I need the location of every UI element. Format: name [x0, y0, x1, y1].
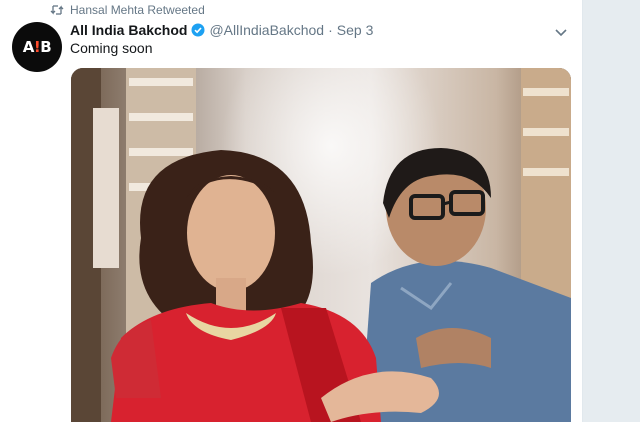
- tweet-header: All India Bakchod @AllIndiaBakchod · Sep…: [70, 21, 373, 39]
- photo-illustration: [71, 68, 571, 422]
- avatar[interactable]: A!B: [12, 22, 62, 72]
- separator-dot: ·: [328, 22, 333, 38]
- chevron-down-icon[interactable]: [553, 24, 569, 40]
- tweet-date[interactable]: Sep 3: [337, 22, 374, 38]
- retweet-context[interactable]: Hansal Mehta Retweeted: [50, 2, 205, 18]
- page-background: [583, 0, 640, 422]
- display-name[interactable]: All India Bakchod: [70, 22, 187, 38]
- retweet-label: Hansal Mehta Retweeted: [70, 3, 205, 17]
- tweet-text: Coming soon: [70, 40, 153, 56]
- tweet-media-photo[interactable]: [71, 68, 571, 422]
- avatar-logo-text: A!B: [22, 38, 52, 56]
- tweet-card[interactable]: Hansal Mehta Retweeted A!B All India Bak…: [0, 0, 583, 422]
- verified-badge-icon: [191, 23, 205, 37]
- user-handle[interactable]: @AllIndiaBakchod: [209, 22, 324, 38]
- retweet-icon: [50, 5, 64, 15]
